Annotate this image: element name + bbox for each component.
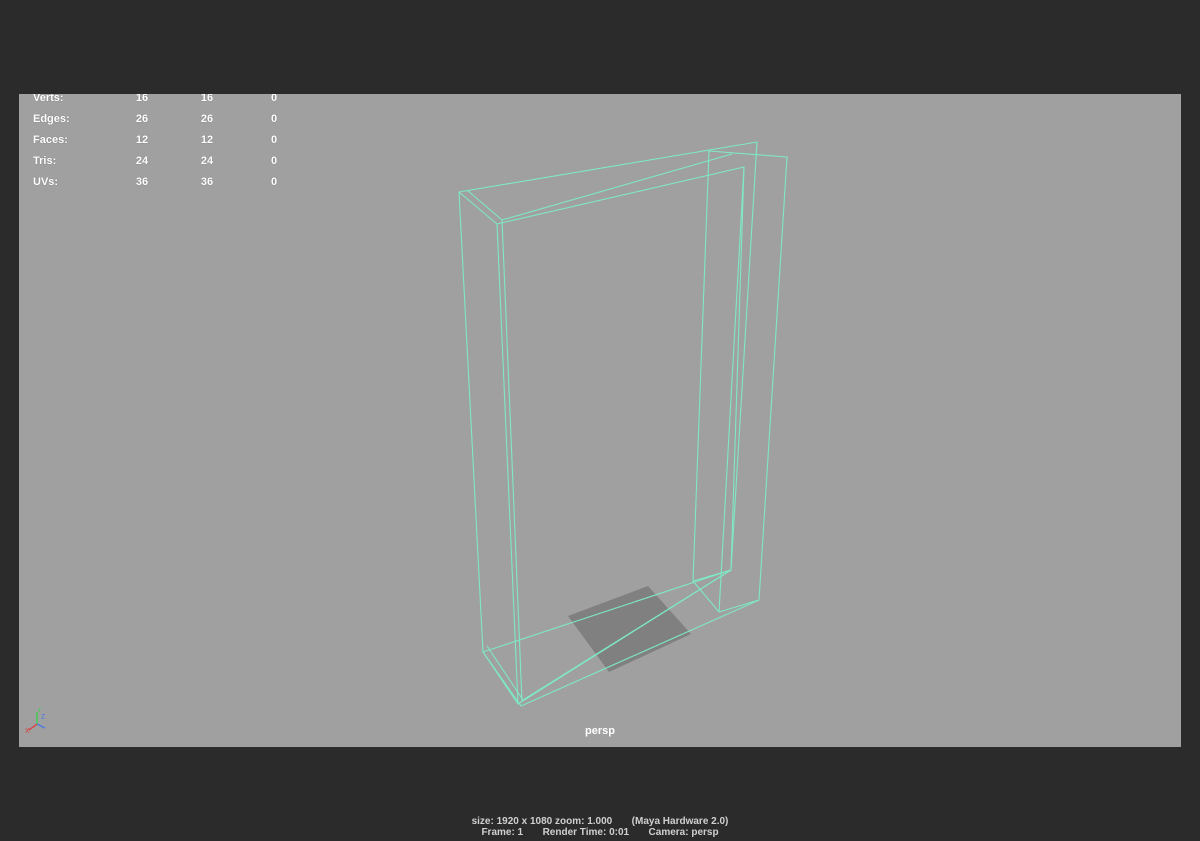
edge <box>458 191 519 705</box>
hud-stat-value: 26 <box>135 113 149 125</box>
hud-stat-value: 0 <box>270 113 278 125</box>
hud-stat-value: 12 <box>135 134 149 146</box>
edge <box>692 569 732 582</box>
wireframe-scene <box>458 141 788 707</box>
render-status-bar: size: 1920 x 1080 zoom: 1.000 (Maya Hard… <box>0 816 1200 838</box>
hud-stat-value: 12 <box>200 134 214 146</box>
camera-name-label: persp <box>585 725 615 737</box>
hud-stat-value: 26 <box>200 113 214 125</box>
axis-z-label: Z <box>41 714 46 721</box>
perspective-viewport[interactable]: Verts: 16 16 0 Edges: 26 26 0 Faces: 12 12 0 Tris: 24… <box>19 94 1181 747</box>
hud-stat-value: 36 <box>135 176 149 188</box>
hud-stat-value: 0 <box>270 155 278 167</box>
edge <box>718 599 760 613</box>
render-size-info: size: 1920 x 1080 zoom: 1.000 (Maya Hard… <box>471 816 729 827</box>
hud-stat-value: 24 <box>135 155 149 167</box>
hud-stat-label: Faces: <box>33 134 68 146</box>
hud-stat-label: UVs: <box>33 176 59 188</box>
hud-stat-value: 0 <box>270 94 278 104</box>
hud-stat-value: 36 <box>200 176 214 188</box>
hud-stat-value: 24 <box>200 155 214 167</box>
edge <box>482 651 522 707</box>
hud-stat-label: Tris: <box>33 155 57 167</box>
render-frame-info: Frame: 1 Render Time: 0:01 Camera: persp <box>481 827 719 838</box>
hud-stat-value: 0 <box>270 176 278 188</box>
edge <box>496 166 745 571</box>
hud-stat-value: 16 <box>135 94 149 104</box>
edge <box>692 150 720 613</box>
hud-stat-label: Verts: <box>33 94 64 104</box>
edge <box>501 219 523 703</box>
hud-stat-value: 16 <box>200 94 214 104</box>
render-view-window: Verts: 16 16 0 Edges: 26 26 0 Faces: 12 12 0 Tris: 24… <box>0 0 1200 841</box>
edge <box>466 153 733 221</box>
hud-stat-value: 0 <box>270 134 278 146</box>
hud-stat-label: Edges: <box>33 113 70 125</box>
object-shadow <box>568 586 691 672</box>
